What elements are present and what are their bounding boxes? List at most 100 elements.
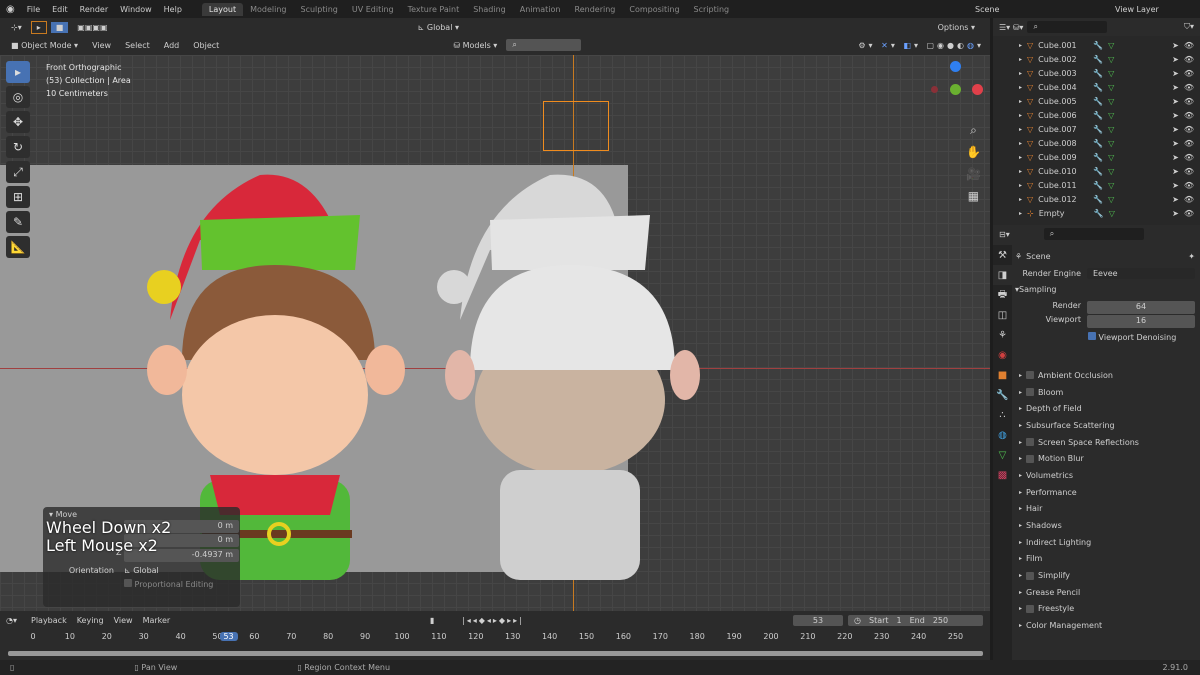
- panel-bloom[interactable]: ▸ Bloom: [993, 384, 1200, 401]
- tab-texture-paint[interactable]: Texture Paint: [401, 3, 467, 16]
- panel-depth-of-field[interactable]: ▸ Depth of Field: [993, 400, 1200, 417]
- selectable-icon[interactable]: ➤: [1172, 111, 1179, 120]
- panel-motion-blur[interactable]: ▸ Motion Blur: [993, 450, 1200, 467]
- panel-grease-pencil[interactable]: ▸ Grease Pencil: [993, 584, 1200, 601]
- outliner-item[interactable]: ▸ ▽ Cube.001 🔧 ▽ ➤ 👁: [993, 38, 1200, 52]
- selectable-icon[interactable]: ➤: [1172, 167, 1179, 176]
- visibility-eye-icon[interactable]: 👁: [1184, 167, 1200, 176]
- properties-search-input[interactable]: ⌕: [1043, 228, 1144, 240]
- measure-tool-icon[interactable]: 📐: [6, 236, 30, 258]
- visibility-eye-icon[interactable]: 👁: [1184, 55, 1200, 64]
- orientation-dropdown[interactable]: ⊾ Global ▾: [413, 22, 464, 33]
- tab-animation[interactable]: Animation: [513, 3, 568, 16]
- orientation-select[interactable]: ⊾ Global: [124, 566, 234, 575]
- render-samples-field[interactable]: 64: [1087, 301, 1195, 314]
- menu-window[interactable]: Window: [114, 5, 158, 14]
- panel-enable-checkbox[interactable]: [1026, 388, 1035, 397]
- menu-help[interactable]: Help: [158, 5, 188, 14]
- timeline-menu-keying[interactable]: Keying: [77, 616, 104, 625]
- render-tab-icon[interactable]: ◨: [993, 265, 1012, 285]
- outliner-item[interactable]: ▸ ▽ Cube.011 🔧 ▽ ➤ 👁: [993, 178, 1200, 192]
- selectable-icon[interactable]: ➤: [1172, 153, 1179, 162]
- outliner-item[interactable]: ▸ ▽ Cube.002 🔧 ▽ ➤ 👁: [993, 52, 1200, 66]
- visibility-eye-icon[interactable]: 👁: [1184, 195, 1200, 204]
- menu-view[interactable]: View: [87, 40, 116, 51]
- visibility-eye-icon[interactable]: 👁: [1184, 139, 1200, 148]
- selectable-icon[interactable]: ➤: [1172, 181, 1179, 190]
- outliner-item[interactable]: ▸ ▽ Cube.010 🔧 ▽ ➤ 👁: [993, 164, 1200, 178]
- selectable-icon[interactable]: ➤: [1172, 83, 1179, 92]
- timeline-scrollbar[interactable]: [8, 651, 983, 656]
- transform-tool-icon[interactable]: ⊞: [6, 186, 30, 208]
- panel-subsurface-scattering[interactable]: ▸ Subsurface Scattering: [993, 417, 1200, 434]
- visibility-eye-icon[interactable]: 👁: [1184, 97, 1200, 106]
- visibility-eye-icon[interactable]: 👁: [1184, 153, 1200, 162]
- tab-sculpting[interactable]: Sculpting: [294, 3, 345, 16]
- filter-icon[interactable]: ⛉▾: [1184, 22, 1194, 32]
- outliner-item[interactable]: ▸ ▽ Cube.006 🔧 ▽ ➤ 👁: [993, 108, 1200, 122]
- scale-tool-icon[interactable]: ⤢: [6, 161, 30, 183]
- visibility-eye-icon[interactable]: 👁: [1184, 69, 1200, 78]
- menu-add[interactable]: Add: [159, 40, 185, 51]
- menu-edit[interactable]: Edit: [46, 5, 74, 14]
- 3d-viewport[interactable]: ▸ ◎ ✥ ↻ ⤢ ⊞ ✎ 📐 Front Orthographic (53) …: [0, 55, 990, 611]
- pan-hand-icon[interactable]: ✋: [966, 141, 981, 163]
- selectable-icon[interactable]: ➤: [1172, 209, 1179, 218]
- visibility-eye-icon[interactable]: 👁: [1184, 83, 1200, 92]
- options-dropdown[interactable]: Options ▾: [933, 22, 980, 33]
- outliner-item[interactable]: ▸ ▽ Cube.012 🔧 ▽ ➤ 👁: [993, 192, 1200, 206]
- props-editor-type-icon[interactable]: ⊟▾: [999, 230, 1010, 239]
- tool-tab-icon[interactable]: ⚒: [993, 245, 1012, 265]
- menu-file[interactable]: File: [21, 5, 46, 14]
- grid-view-icon[interactable]: ▦: [966, 185, 981, 207]
- shading-mode-icons[interactable]: ⚙▾ ✕▾ ◧▾ ▢◉●◐◍▾: [858, 41, 984, 50]
- visibility-eye-icon[interactable]: 👁: [1184, 209, 1200, 218]
- world-tab-icon[interactable]: ◉: [993, 345, 1012, 365]
- selectable-icon[interactable]: ➤: [1172, 97, 1179, 106]
- outliner-search-input[interactable]: ⌕: [1027, 21, 1108, 33]
- camera-view-icon[interactable]: 🎥: [966, 163, 981, 185]
- editor-type-button[interactable]: ⊹▾: [6, 22, 27, 33]
- panel-shadows[interactable]: ▸ Shadows: [993, 517, 1200, 534]
- tab-layout[interactable]: Layout: [201, 2, 244, 16]
- selectable-icon[interactable]: ➤: [1172, 125, 1179, 134]
- menu-object[interactable]: Object: [188, 40, 224, 51]
- viewport-denoising-checkbox[interactable]: Viewport Denoising: [1088, 332, 1195, 342]
- expand-icon[interactable]: ▸: [1019, 42, 1022, 49]
- selectable-icon[interactable]: ➤: [1172, 55, 1179, 64]
- select-tool-icon[interactable]: ▸: [30, 20, 47, 34]
- panel-indirect-lighting[interactable]: ▸ Indirect Lighting: [993, 534, 1200, 551]
- pin-icon[interactable]: ✦: [1188, 252, 1195, 261]
- cursor-tool-icon[interactable]: ◎: [6, 86, 30, 108]
- outliner-item[interactable]: ▸ ▽ Cube.005 🔧 ▽ ➤ 👁: [993, 94, 1200, 108]
- frame-ruler[interactable]: 0 10 20 30 40 50 60 70 80 90 100 110 120 130 140 150 160…: [0, 632, 990, 644]
- viewport-samples-field[interactable]: 16: [1087, 315, 1195, 328]
- panel-enable-checkbox[interactable]: [1026, 571, 1035, 580]
- panel-film[interactable]: ▸ Film: [993, 551, 1200, 568]
- expand-icon[interactable]: ▸: [1019, 56, 1022, 63]
- panel-color-management[interactable]: ▸ Color Management: [993, 617, 1200, 634]
- expand-icon[interactable]: ▸: [1019, 140, 1022, 147]
- timeline-menu-marker[interactable]: Marker: [143, 616, 171, 625]
- end-value[interactable]: 250: [933, 616, 948, 625]
- select-mode-icons[interactable]: ▣▣▣▣: [72, 22, 112, 33]
- view-layer-tab-icon[interactable]: ◫: [993, 305, 1012, 325]
- expand-icon[interactable]: ▸: [1019, 126, 1022, 133]
- expand-icon[interactable]: ▸: [1019, 112, 1022, 119]
- current-frame-indicator[interactable]: 53: [219, 632, 238, 641]
- panel-screen-space-reflections[interactable]: ▸ Screen Space Reflections: [993, 434, 1200, 451]
- outliner-item[interactable]: ▸ ▽ Cube.008 🔧 ▽ ➤ 👁: [993, 136, 1200, 150]
- current-frame-field[interactable]: 53: [793, 614, 843, 626]
- expand-icon[interactable]: ▸: [1019, 70, 1022, 77]
- navigation-gizmo[interactable]: [928, 61, 984, 111]
- render-engine-dropdown[interactable]: Eevee: [1087, 267, 1195, 279]
- panel-enable-checkbox[interactable]: [1026, 604, 1035, 613]
- expand-icon[interactable]: ▸: [1019, 182, 1022, 189]
- scene-tab-icon[interactable]: ⚘: [993, 325, 1012, 345]
- expand-icon[interactable]: ▸: [1019, 98, 1022, 105]
- proportional-editing-checkbox[interactable]: Proportional Editing: [124, 579, 234, 589]
- outliner-item[interactable]: ▸ ▽ Cube.007 🔧 ▽ ➤ 👁: [993, 122, 1200, 136]
- selectable-icon[interactable]: ➤: [1172, 69, 1179, 78]
- panel-freestyle[interactable]: ▸ Freestyle: [993, 601, 1200, 618]
- selectable-icon[interactable]: ➤: [1172, 139, 1179, 148]
